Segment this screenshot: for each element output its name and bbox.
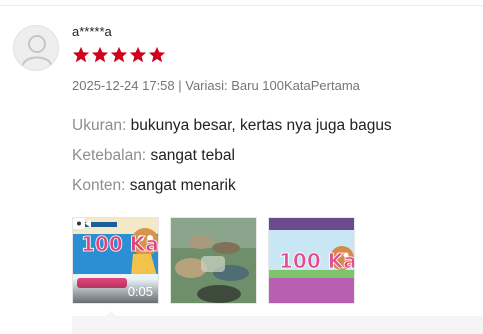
star-icon: [148, 46, 166, 63]
video-camera-icon: [73, 218, 91, 229]
user-avatar-icon[interactable]: [13, 25, 59, 71]
attribute-size: Ukuran: bukunya besar, kertas nya juga b…: [72, 117, 392, 135]
star-icon: [91, 46, 109, 63]
rating-stars: [72, 46, 166, 64]
seller-reply-box: [72, 316, 483, 334]
attribute-value: bukunya besar, kertas nya juga bagus: [130, 117, 392, 134]
attribute-label: Konten:: [72, 177, 126, 194]
attribute-label: Ukuran:: [72, 117, 127, 134]
attribute-label: Ketebalan:: [72, 147, 147, 164]
star-icon: [129, 46, 147, 63]
attribute-value: sangat tebal: [150, 147, 235, 164]
attribute-thickness: Ketebalan: sangat tebal: [72, 147, 235, 165]
review-video-thumbnail[interactable]: 100 Kata Pertama 0:05: [72, 217, 159, 304]
video-duration: 0:05: [127, 284, 153, 299]
book-page-image: [171, 218, 256, 303]
reviewer-username: a*****a: [72, 24, 112, 39]
review-photo-thumbnail[interactable]: [170, 217, 257, 304]
book-cover-image: 100 Kata Pertama: [269, 218, 355, 303]
top-divider: [0, 5, 483, 6]
star-icon: [72, 46, 90, 63]
thumbnail-title: 100 Kata Pertama: [279, 249, 355, 273]
star-icon: [110, 46, 128, 63]
review-photo-thumbnail[interactable]: 100 Kata Pertama: [268, 217, 355, 304]
thumbnail-title: 100 Kata Pertama: [81, 232, 159, 256]
attribute-value: sangat menarik: [129, 177, 236, 194]
review-meta: 2025-12-24 17:58 | Variasi: Baru 100Kata…: [72, 78, 360, 93]
attribute-content: Konten: sangat menarik: [72, 177, 236, 195]
